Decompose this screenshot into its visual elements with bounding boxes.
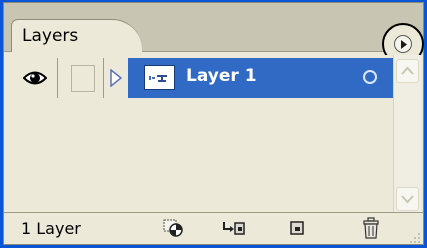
play-arrow-icon — [401, 40, 407, 49]
visibility-toggle[interactable] — [12, 58, 58, 98]
expand-toggle[interactable] — [104, 58, 128, 98]
new-layer-set-icon — [163, 219, 183, 237]
layers-list: Layer 1 — [12, 55, 393, 213]
new-layer-button[interactable] — [286, 217, 308, 239]
link-box — [71, 65, 95, 92]
layer-item-selected[interactable]: Layer 1 — [128, 58, 393, 98]
link-toggle[interactable] — [58, 58, 104, 98]
panel-menu-icon — [394, 35, 412, 53]
chevron-down-icon — [401, 195, 414, 204]
tab-layers-label: Layers — [22, 26, 79, 46]
eye-icon — [23, 71, 47, 85]
resize-grip-icon[interactable] — [409, 231, 421, 243]
vertical-scrollbar[interactable] — [393, 55, 421, 213]
trash-icon — [363, 217, 379, 239]
scroll-up-button[interactable] — [396, 59, 419, 83]
panel-footer: 1 Layer — [4, 212, 423, 245]
new-layer-set-button[interactable] — [162, 217, 184, 239]
layer-row[interactable]: Layer 1 — [12, 58, 393, 98]
scroll-down-button[interactable] — [396, 187, 419, 211]
panel-tab-strip: Layers — [4, 3, 423, 52]
delete-layer-button[interactable] — [360, 217, 382, 239]
layer-count: 1 Layer — [21, 219, 81, 238]
target-circle-icon[interactable] — [363, 70, 377, 84]
new-layer-icon — [290, 221, 304, 235]
new-set-from-linked-button[interactable] — [221, 217, 245, 239]
chevron-up-icon — [401, 66, 414, 75]
layer-name: Layer 1 — [186, 66, 257, 86]
new-set-from-linked-icon — [223, 222, 245, 235]
tab-layers-curve — [108, 19, 142, 52]
expand-triangle-icon — [110, 69, 122, 87]
thumbnail-image — [149, 75, 167, 82]
layers-panel: Layers Layer 1 1 Layer — [3, 2, 424, 245]
layer-thumbnail — [144, 65, 175, 90]
